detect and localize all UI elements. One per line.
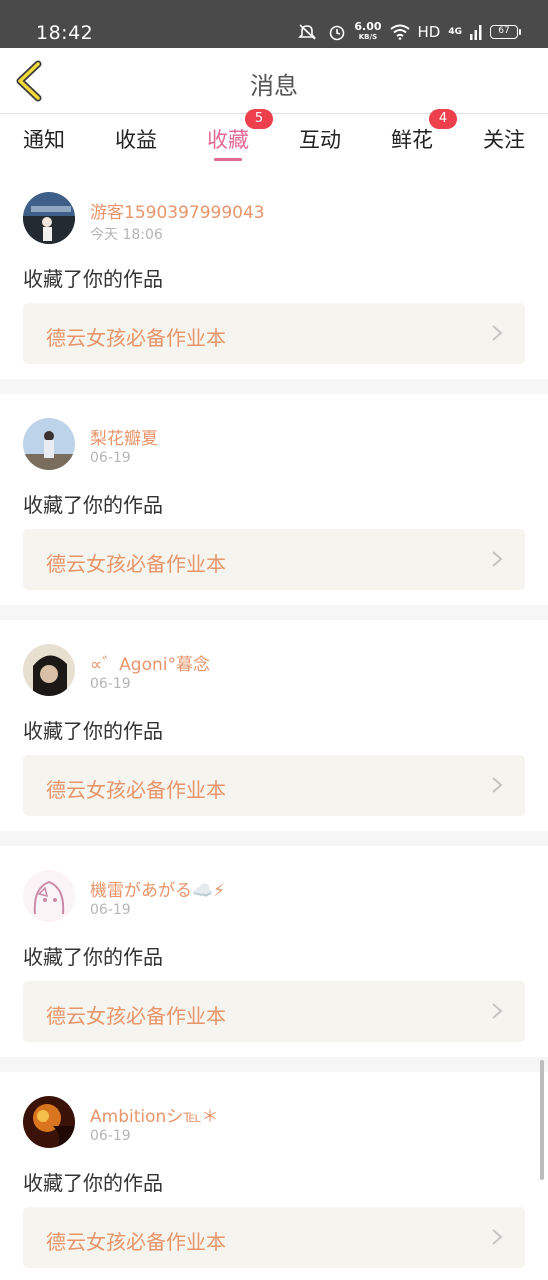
hd-label: HD xyxy=(417,23,441,41)
chevron-right-icon xyxy=(492,777,503,793)
nav-bar: 消息 xyxy=(0,48,548,114)
work-title: 德云女孩必备作业本 xyxy=(46,778,226,802)
battery-icon: 67 xyxy=(490,25,521,39)
timestamp: 06-19 xyxy=(90,1128,131,1144)
favorites-badge: 5 xyxy=(245,109,273,129)
message-list: 游客1590397999043 今天 18:06 收藏了你的作品 德云女孩必备作… xyxy=(0,168,548,1280)
alarm-icon xyxy=(330,25,345,41)
chevron-right-icon xyxy=(492,551,503,567)
status-bar: 18:42 6.00 KB/S HD 4G 67 xyxy=(0,0,548,48)
mute-icon xyxy=(298,24,317,40)
avatar[interactable] xyxy=(23,870,75,922)
user-name[interactable]: 梨花瓣夏 xyxy=(90,424,158,449)
action-text: 收藏了你的作品 xyxy=(23,945,163,969)
list-item: 機雷があがる☁️⚡ 06-19 收藏了你的作品 德云女孩必备作业本 xyxy=(0,846,548,1057)
avatar[interactable] xyxy=(23,1096,75,1148)
user-name[interactable]: ∝゛Agoni°暮念 xyxy=(90,650,210,675)
avatar[interactable] xyxy=(23,192,75,244)
action-text: 收藏了你的作品 xyxy=(23,719,163,743)
action-text: 收藏了你的作品 xyxy=(23,493,163,517)
network-speed: 6.00 KB/S xyxy=(354,20,382,42)
chevron-right-icon xyxy=(492,325,503,341)
work-title: 德云女孩必备作业本 xyxy=(46,326,226,350)
page-title: 消息 xyxy=(250,72,298,100)
network-type: 4G xyxy=(448,27,462,37)
action-text: 收藏了你的作品 xyxy=(23,267,163,291)
tab-interactions[interactable]: 互动 xyxy=(280,124,360,154)
user-name[interactable]: Ambitionシ℡＊ xyxy=(90,1102,219,1127)
status-time: 18:42 xyxy=(36,22,94,44)
avatar[interactable] xyxy=(23,418,75,470)
list-item: 游客1590397999043 今天 18:06 收藏了你的作品 德云女孩必备作… xyxy=(0,168,548,379)
active-tab-indicator xyxy=(214,158,242,161)
wifi-icon xyxy=(389,24,410,40)
work-title: 德云女孩必备作业本 xyxy=(46,1004,226,1028)
speed-value: 6.00 xyxy=(354,20,382,33)
divider xyxy=(0,831,548,846)
work-link[interactable]: 德云女孩必备作业本 xyxy=(23,303,525,364)
scrollbar[interactable] xyxy=(540,1060,544,1180)
divider xyxy=(0,379,548,394)
user-name[interactable]: 游客1590397999043 xyxy=(90,198,265,223)
chevron-right-icon xyxy=(492,1003,503,1019)
flowers-badge: 4 xyxy=(429,109,457,129)
user-name[interactable]: 機雷があがる☁️⚡ xyxy=(90,876,225,901)
signal-icon xyxy=(470,25,482,40)
work-link[interactable]: 德云女孩必备作业本 xyxy=(23,529,525,590)
action-text: 收藏了你的作品 xyxy=(23,1171,163,1195)
work-link[interactable]: 德云女孩必备作业本 xyxy=(23,1207,525,1268)
divider xyxy=(0,605,548,620)
status-icons: 6.00 KB/S HD 4G 67 xyxy=(298,20,521,44)
list-item: 梨花瓣夏 06-19 收藏了你的作品 德云女孩必备作业本 xyxy=(0,394,548,605)
timestamp: 06-19 xyxy=(90,676,131,692)
timestamp: 06-19 xyxy=(90,450,131,466)
work-link[interactable]: 德云女孩必备作业本 xyxy=(23,755,525,816)
divider xyxy=(0,1057,548,1072)
list-item: ∝゛Agoni°暮念 06-19 收藏了你的作品 德云女孩必备作业本 xyxy=(0,620,548,831)
list-item: Ambitionシ℡＊ 06-19 收藏了你的作品 德云女孩必备作业本 xyxy=(0,1072,548,1280)
tab-earnings[interactable]: 收益 xyxy=(96,124,176,154)
tab-following[interactable]: 关注 xyxy=(464,124,544,154)
timestamp: 06-19 xyxy=(90,902,131,918)
speed-unit: KB/S xyxy=(358,33,378,41)
work-title: 德云女孩必备作业本 xyxy=(46,1230,226,1254)
timestamp: 今天 18:06 xyxy=(90,227,163,243)
work-link[interactable]: 德云女孩必备作业本 xyxy=(23,981,525,1042)
chevron-right-icon xyxy=(492,1229,503,1245)
tab-bar: 通知 收益 收藏 互动 鲜花 关注 xyxy=(0,114,548,168)
avatar[interactable] xyxy=(23,644,75,696)
tab-notifications[interactable]: 通知 xyxy=(4,124,84,154)
work-title: 德云女孩必备作业本 xyxy=(46,552,226,576)
